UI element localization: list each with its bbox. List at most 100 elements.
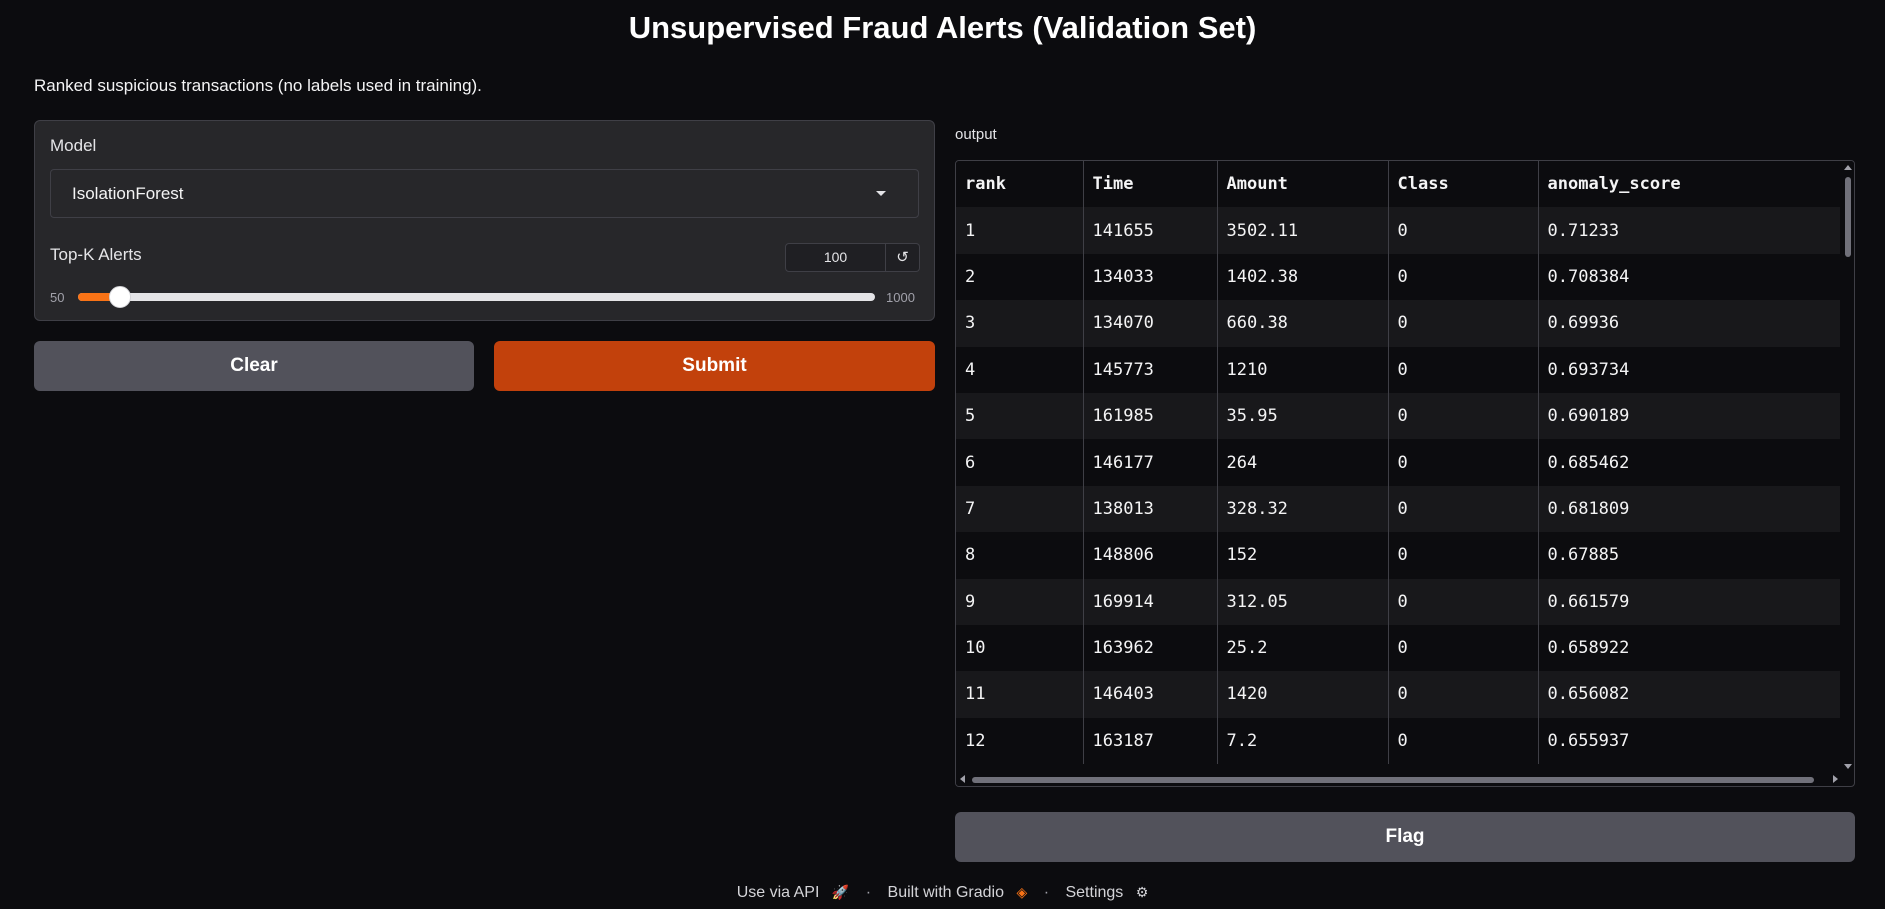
table-row: 11 146403 1420 0 0.656082 <box>956 671 1844 718</box>
footer: Use via API 🚀 · Built with Gradio ◈ · Se… <box>0 884 1885 902</box>
table-cell-amount[interactable]: 3502.11 <box>1217 207 1389 254</box>
table-cell-rank[interactable]: 12 <box>956 717 1084 765</box>
horizontal-scrollbar[interactable] <box>956 772 1842 786</box>
settings-link[interactable]: Settings ⚙ <box>1061 884 1152 901</box>
table-cell-time[interactable]: 146177 <box>1083 439 1218 486</box>
table-cell-time[interactable]: 163962 <box>1083 624 1218 672</box>
model-dropdown[interactable]: IsolationForest <box>50 169 919 218</box>
table-cell-time[interactable]: 169914 <box>1083 578 1218 625</box>
table-row: 6 146177 264 0 0.685462 <box>956 439 1844 486</box>
table-cell-class[interactable]: 0 <box>1388 253 1539 301</box>
table-cell-rank[interactable]: 1 <box>956 207 1084 254</box>
table-cell-class[interactable]: 0 <box>1388 532 1539 579</box>
table-header-row: rank Time Amount Class anomaly_score <box>956 161 1844 208</box>
table-cell-amount[interactable]: 312.05 <box>1217 578 1389 625</box>
model-label: Model <box>50 136 97 155</box>
flag-button[interactable]: Flag <box>955 812 1855 862</box>
built-with-gradio-link[interactable]: Built with Gradio ◈ <box>884 884 1032 901</box>
table-cell-anomaly-score[interactable]: 0.69936 <box>1538 300 1844 347</box>
table-cell-rank[interactable]: 2 <box>956 253 1084 301</box>
topk-slider[interactable] <box>78 286 875 308</box>
table-cell-anomaly-score[interactable]: 0.685462 <box>1538 439 1844 486</box>
table-cell-rank[interactable]: 6 <box>956 439 1084 486</box>
table-cell-amount[interactable]: 25.2 <box>1217 624 1389 672</box>
footer-separator: · <box>1043 884 1050 901</box>
table-cell-amount[interactable]: 152 <box>1217 532 1389 579</box>
table-cell-rank[interactable]: 4 <box>956 346 1084 393</box>
table-cell-amount[interactable]: 328.32 <box>1217 485 1389 533</box>
scroll-up-icon[interactable] <box>1844 165 1852 170</box>
use-via-api-link[interactable]: Use via API 🚀 <box>733 884 854 901</box>
table-cell-class[interactable]: 0 <box>1388 671 1539 718</box>
table-cell-time[interactable]: 134070 <box>1083 300 1218 347</box>
table-cell-time[interactable]: 138013 <box>1083 485 1218 533</box>
submit-button[interactable]: Submit <box>494 341 935 391</box>
column-header-rank[interactable]: rank <box>956 161 1084 208</box>
table-cell-amount[interactable]: 1420 <box>1217 671 1389 718</box>
table-cell-anomaly-score[interactable]: 0.656082 <box>1538 671 1844 718</box>
table-cell-rank[interactable]: 11 <box>956 671 1084 718</box>
table-cell-class[interactable]: 0 <box>1388 717 1539 765</box>
table-row: 9 169914 312.05 0 0.661579 <box>956 578 1844 625</box>
vertical-scrollbar[interactable] <box>1840 161 1854 773</box>
page-subtitle: Ranked suspicious transactions (no label… <box>34 76 482 95</box>
table-cell-rank[interactable]: 8 <box>956 532 1084 579</box>
table-cell-rank[interactable]: 7 <box>956 485 1084 533</box>
slider-thumb[interactable] <box>108 286 131 308</box>
column-header-time[interactable]: Time <box>1083 161 1218 208</box>
table-cell-amount[interactable]: 264 <box>1217 439 1389 486</box>
table-cell-class[interactable]: 0 <box>1388 392 1539 440</box>
table-cell-class[interactable]: 0 <box>1388 624 1539 672</box>
table-cell-time[interactable]: 145773 <box>1083 346 1218 393</box>
table-cell-time[interactable]: 161985 <box>1083 392 1218 440</box>
table-cell-class[interactable]: 0 <box>1388 578 1539 625</box>
table-cell-rank[interactable]: 9 <box>956 578 1084 625</box>
table-row: 8 148806 152 0 0.67885 <box>956 532 1844 579</box>
table-cell-amount[interactable]: 1210 <box>1217 346 1389 393</box>
column-header-amount[interactable]: Amount <box>1217 161 1389 208</box>
scroll-down-icon[interactable] <box>1844 764 1852 769</box>
table-cell-time[interactable]: 148806 <box>1083 532 1218 579</box>
reset-icon[interactable]: ↺ <box>886 243 920 272</box>
table-cell-time[interactable]: 141655 <box>1083 207 1218 254</box>
table-cell-anomaly-score[interactable]: 0.67885 <box>1538 532 1844 579</box>
vertical-scrollbar-thumb[interactable] <box>1845 177 1851 257</box>
table-cell-anomaly-score[interactable]: 0.655937 <box>1538 717 1844 765</box>
table-cell-amount[interactable]: 1402.38 <box>1217 253 1389 301</box>
table-cell-time[interactable]: 146403 <box>1083 671 1218 718</box>
table-cell-time[interactable]: 163187 <box>1083 717 1218 765</box>
table-cell-anomaly-score[interactable]: 0.661579 <box>1538 578 1844 625</box>
table-cell-time[interactable]: 134033 <box>1083 253 1218 301</box>
table-cell-anomaly-score[interactable]: 0.71233 <box>1538 207 1844 254</box>
table-cell-class[interactable]: 0 <box>1388 439 1539 486</box>
scroll-left-icon[interactable] <box>960 775 965 783</box>
table-cell-amount[interactable]: 7.2 <box>1217 717 1389 765</box>
table-cell-rank[interactable]: 5 <box>956 392 1084 440</box>
gradio-logo-icon: ◈ <box>1016 884 1028 900</box>
output-label: output <box>955 126 997 143</box>
table-cell-anomaly-score[interactable]: 0.708384 <box>1538 253 1844 301</box>
table-cell-anomaly-score[interactable]: 0.693734 <box>1538 346 1844 393</box>
chevron-down-icon <box>876 191 886 196</box>
column-header-class[interactable]: Class <box>1388 161 1539 208</box>
table-cell-anomaly-score[interactable]: 0.690189 <box>1538 392 1844 440</box>
scroll-right-icon[interactable] <box>1833 775 1838 783</box>
table-cell-anomaly-score[interactable]: 0.658922 <box>1538 624 1844 672</box>
topk-label: Top-K Alerts <box>50 245 142 264</box>
column-header-anomaly-score[interactable]: anomaly_score <box>1538 161 1844 208</box>
table-cell-anomaly-score[interactable]: 0.681809 <box>1538 485 1844 533</box>
table-cell-class[interactable]: 0 <box>1388 300 1539 347</box>
table-cell-class[interactable]: 0 <box>1388 346 1539 393</box>
table-row: 5 161985 35.95 0 0.690189 <box>956 392 1844 440</box>
table-cell-class[interactable]: 0 <box>1388 207 1539 254</box>
table-cell-amount[interactable]: 35.95 <box>1217 392 1389 440</box>
table-cell-rank[interactable]: 3 <box>956 300 1084 347</box>
table-cell-amount[interactable]: 660.38 <box>1217 300 1389 347</box>
gradio-link-label: Built with Gradio <box>887 884 1005 901</box>
topk-number-input[interactable]: 100 <box>785 243 886 272</box>
table-cell-class[interactable]: 0 <box>1388 485 1539 533</box>
table-row: 10 163962 25.2 0 0.658922 <box>956 624 1844 672</box>
horizontal-scrollbar-thumb[interactable] <box>972 777 1814 783</box>
clear-button[interactable]: Clear <box>34 341 474 391</box>
table-cell-rank[interactable]: 10 <box>956 624 1084 672</box>
